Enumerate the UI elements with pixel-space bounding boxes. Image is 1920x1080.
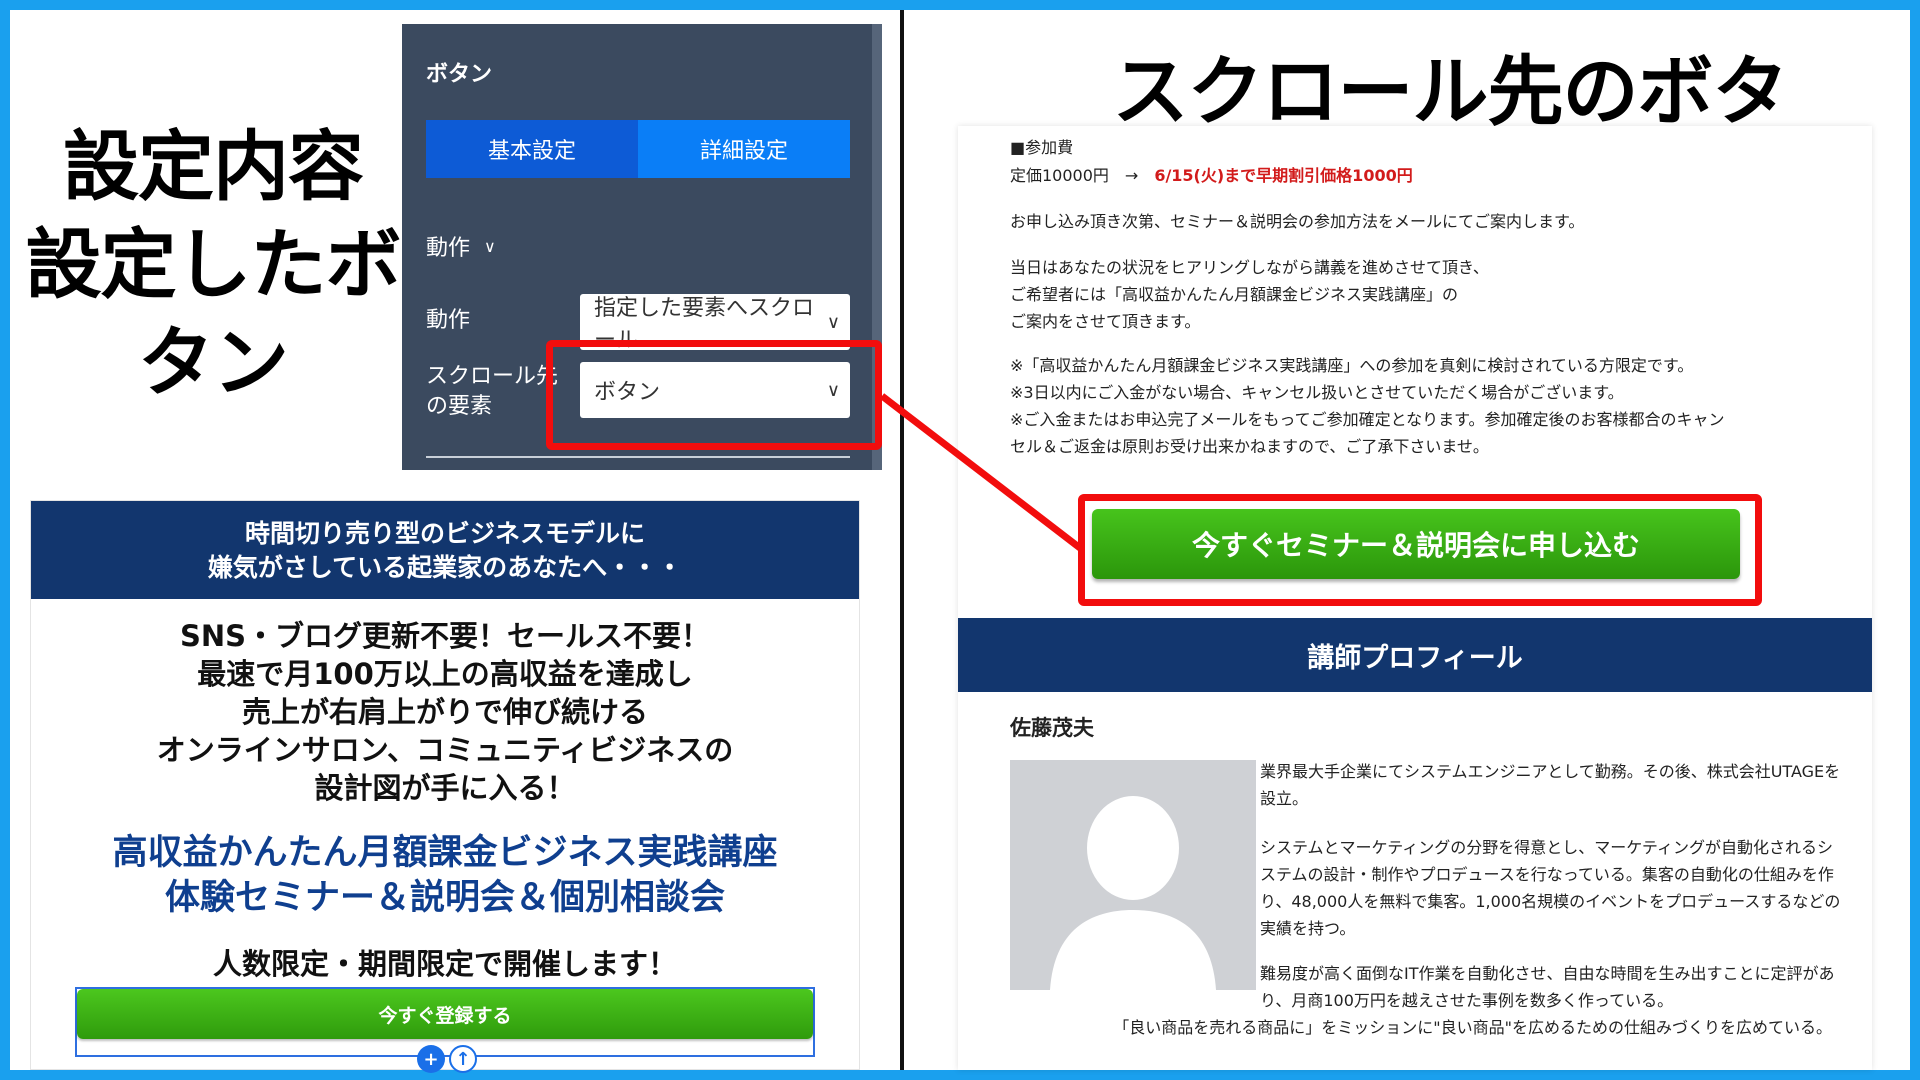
connector-arrow <box>879 393 1083 551</box>
